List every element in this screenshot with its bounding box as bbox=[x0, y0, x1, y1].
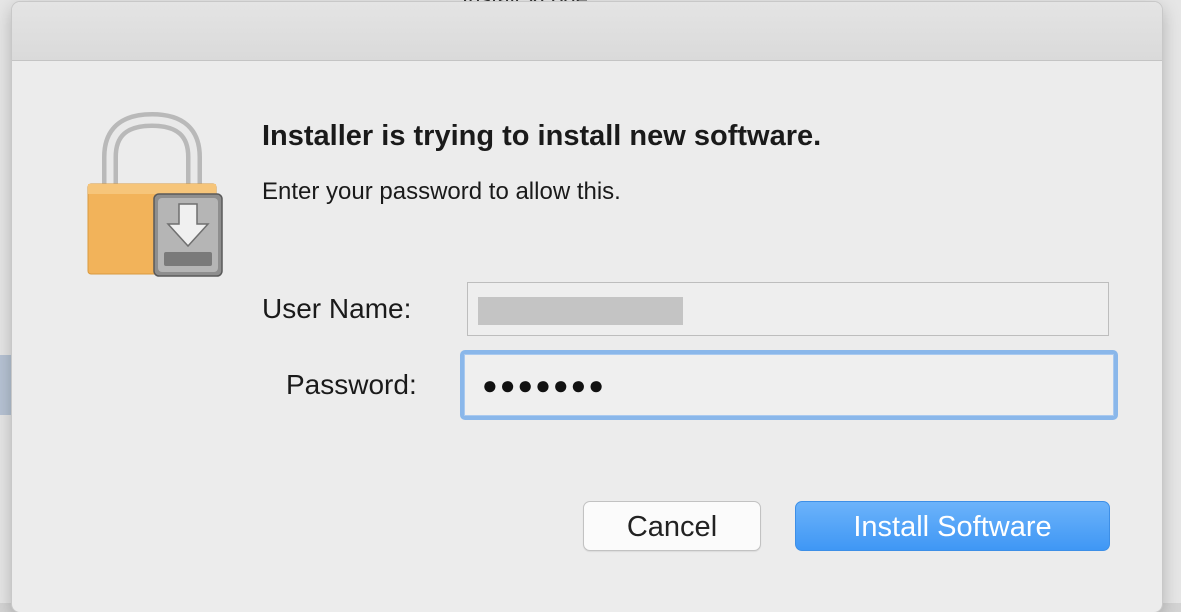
dialog-heading: Installer is trying to install new softw… bbox=[262, 120, 822, 152]
password-field[interactable]: ●●●●●●● bbox=[460, 350, 1118, 420]
password-label: Password: bbox=[286, 369, 417, 400]
authentication-dialog: Installer is trying to install new softw… bbox=[12, 2, 1162, 612]
username-label: User Name: bbox=[262, 293, 412, 324]
dialog-subheading: Enter your password to allow this. bbox=[262, 178, 621, 205]
password-value: ●●●●●●● bbox=[482, 370, 606, 400]
dialog-titlebar bbox=[12, 2, 1162, 61]
lock-install-icon bbox=[82, 111, 232, 282]
cancel-button[interactable]: Cancel bbox=[583, 501, 761, 551]
username-field[interactable] bbox=[467, 282, 1109, 336]
background-sidebar-highlight bbox=[0, 355, 12, 415]
install-software-button[interactable]: Install Software bbox=[795, 501, 1110, 551]
redacted-username bbox=[478, 297, 683, 325]
